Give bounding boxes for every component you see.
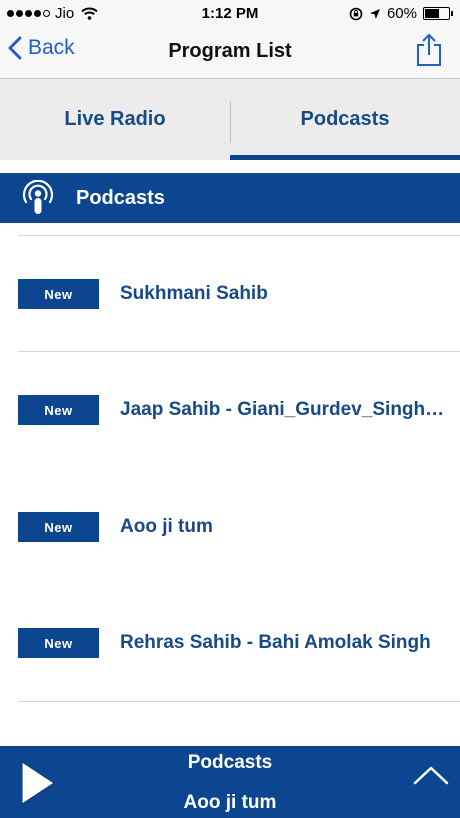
tab-live-radio[interactable]: Live Radio: [0, 79, 230, 160]
chevron-up-icon: [413, 766, 449, 785]
new-badge: New: [18, 512, 99, 542]
navigation-bar: Back Program List: [0, 26, 460, 79]
list-separator: [18, 235, 460, 236]
play-icon: [21, 761, 55, 805]
new-badge: New: [18, 628, 99, 658]
section-header: Podcasts: [0, 173, 460, 223]
list-item-rehras-sahib[interactable]: New Rehras Sahib - Bahi Amolak Singh: [0, 613, 460, 673]
signal-strength-icon: [7, 10, 50, 17]
back-button[interactable]: Back: [8, 36, 75, 60]
back-label: Back: [28, 36, 75, 59]
new-badge: New: [18, 279, 99, 309]
wifi-icon: [81, 7, 98, 20]
list-item-title: Sukhmani Sahib: [120, 283, 268, 304]
status-bar: Jio 1:12 PM 60%: [0, 0, 460, 26]
rotation-lock-icon: [349, 7, 363, 20]
share-button[interactable]: [416, 33, 442, 72]
list-item-title: Aoo ji tum: [120, 516, 213, 537]
podcast-icon: [0, 173, 76, 223]
tab-podcasts[interactable]: Podcasts: [230, 79, 460, 160]
expand-player-button[interactable]: [412, 764, 450, 791]
status-right: 60%: [349, 5, 453, 22]
chevron-left-icon: [8, 36, 22, 60]
section-title: Podcasts: [76, 186, 165, 209]
play-button[interactable]: [16, 758, 58, 813]
list-item-jaap-sahib[interactable]: New Jaap Sahib - Giani_Gurdev_Singh_Ji: [0, 380, 460, 440]
share-icon: [417, 33, 441, 66]
tab-bar: Live Radio Podcasts: [0, 79, 460, 160]
location-arrow-icon: [369, 8, 380, 19]
list-item-title: Rehras Sahib - Bahi Amolak Singh: [120, 632, 431, 653]
battery-percent: 60%: [386, 5, 417, 22]
mini-player: Podcasts Aoo ji tum: [0, 746, 460, 818]
new-badge: New: [18, 395, 99, 425]
player-title: Podcasts: [187, 752, 273, 773]
list-item-sukhmani-sahib[interactable]: New Sukhmani Sahib: [0, 264, 460, 324]
list-item-title: Jaap Sahib - Giani_Gurdev_Singh_Ji: [120, 399, 446, 420]
player-track-title: Aoo ji tum: [183, 792, 277, 813]
carrier-label: Jio: [55, 5, 75, 22]
battery-icon: [423, 7, 453, 20]
list-item-aoo-ji-tum[interactable]: New Aoo ji tum: [0, 497, 460, 557]
list-separator: [18, 351, 460, 352]
tab-divider: [230, 101, 231, 143]
status-left: Jio: [7, 5, 98, 22]
list-separator: [18, 701, 460, 702]
